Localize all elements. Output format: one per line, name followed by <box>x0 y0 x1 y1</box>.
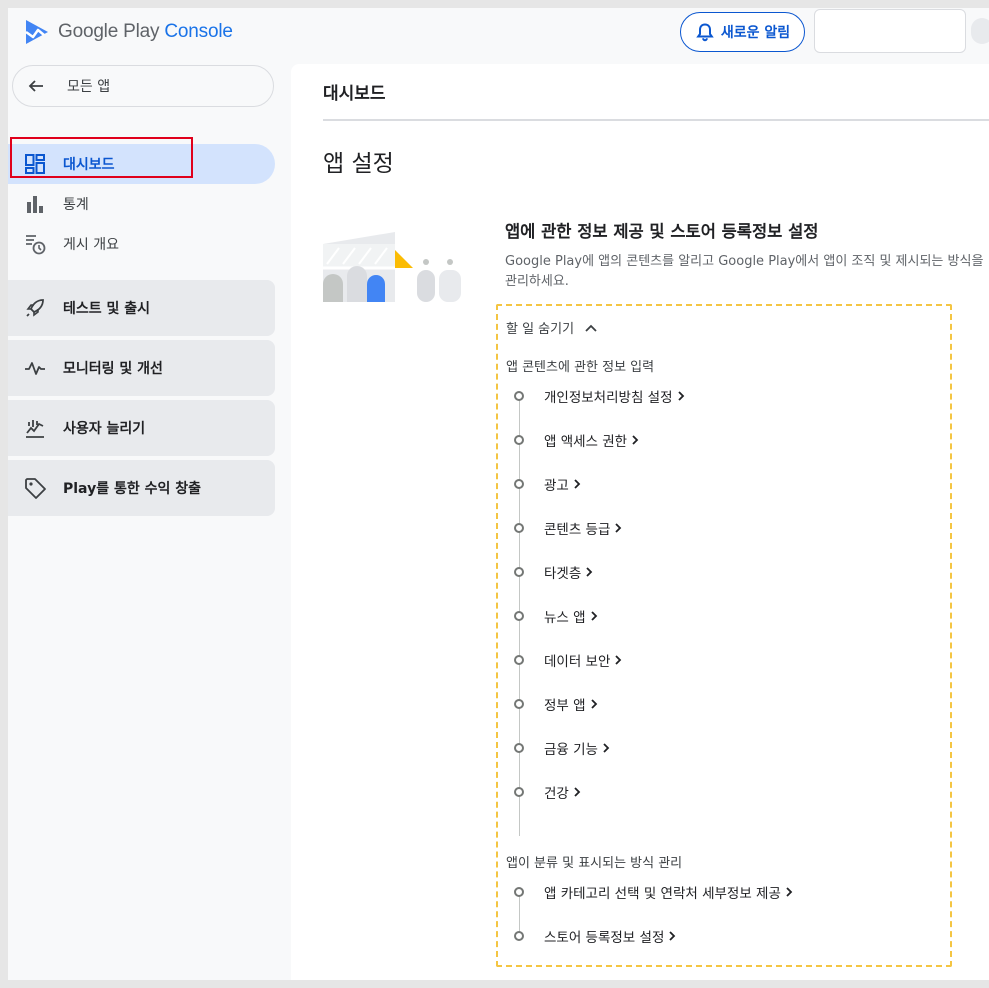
sidebar-item-label: 통계 <box>63 197 89 213</box>
chevron-right-icon <box>669 931 676 941</box>
task-label: 금융 기능 <box>544 742 598 758</box>
sidebar-item-dashboard[interactable]: 대시보드 <box>8 144 275 184</box>
task-status-dot <box>514 931 524 941</box>
bar-chart-icon <box>24 193 46 215</box>
task-status-dot <box>514 699 524 709</box>
task-status-dot <box>514 743 524 753</box>
sidebar-section-test-and-release[interactable]: 테스트 및 출시 <box>8 280 275 336</box>
chevron-right-icon <box>615 655 622 665</box>
sidebar-section-label: 모니터링 및 개선 <box>63 361 163 377</box>
sidebar: 모든 앱 대시보드 통계 게시 개요 테스트 및 출시 모니터링 및 개선 사용… <box>8 64 283 980</box>
section-title: 앱 설정 <box>323 151 394 177</box>
chevron-up-icon <box>585 324 597 332</box>
search-box[interactable] <box>814 9 966 53</box>
sidebar-item-label: 대시보드 <box>63 157 115 173</box>
task-privacy-policy[interactable]: 개인정보처리방침 설정 <box>514 386 686 406</box>
task-target-audience[interactable]: 타겟층 <box>514 562 594 582</box>
logo-text-google-play: Google Play <box>58 21 160 42</box>
chevron-right-icon <box>586 567 593 577</box>
task-status-dot <box>514 887 524 897</box>
sidebar-section-label: 테스트 및 출시 <box>63 301 151 317</box>
dashboard-icon <box>24 153 46 175</box>
task-status-dot <box>514 523 524 533</box>
task-label: 스토어 등록정보 설정 <box>544 930 665 946</box>
sidebar-item-statistics[interactable]: 통계 <box>8 184 275 224</box>
arrow-back-icon <box>28 80 43 92</box>
sidebar-section-monitoring[interactable]: 모니터링 및 개선 <box>8 340 275 396</box>
task-data-safety[interactable]: 데이터 보안 <box>514 650 623 670</box>
chevron-right-icon <box>574 787 581 797</box>
task-status-dot <box>514 567 524 577</box>
task-news-app[interactable]: 뉴스 앱 <box>514 606 599 626</box>
new-notifications-label: 새로운 알림 <box>720 25 791 41</box>
sidebar-item-label: 게시 개요 <box>63 237 119 253</box>
new-notifications-button[interactable]: 새로운 알림 <box>680 12 805 52</box>
task-ads[interactable]: 광고 <box>514 474 582 494</box>
task-label: 건강 <box>544 786 569 802</box>
all-apps-label: 모든 앱 <box>67 79 111 95</box>
publishing-overview-icon <box>24 233 46 255</box>
task-health[interactable]: 건강 <box>514 782 582 802</box>
tag-icon <box>24 477 46 499</box>
task-store-listing[interactable]: 스토어 등록정보 설정 <box>514 926 677 946</box>
top-bar: Google Play Console 새로운 알림 <box>8 8 989 64</box>
task-label: 정부 앱 <box>544 698 586 714</box>
task-label: 콘텐츠 등급 <box>544 522 611 538</box>
play-console-logo[interactable]: Google Play Console <box>24 18 233 46</box>
account-avatar[interactable] <box>971 18 989 44</box>
play-console-logo-icon <box>25 20 48 44</box>
grow-users-icon <box>24 417 46 439</box>
task-app-category[interactable]: 앱 카테고리 선택 및 연락처 세부정보 제공 <box>514 882 794 902</box>
logo-text-console: Console <box>164 21 233 42</box>
rocket-icon <box>24 297 46 319</box>
app-setup-illustration <box>323 232 461 302</box>
chevron-right-icon <box>632 435 639 445</box>
task-app-access[interactable]: 앱 액세스 권한 <box>514 430 640 450</box>
task-group-label: 앱 콘텐츠에 관한 정보 입력 <box>506 360 655 375</box>
sidebar-section-monetize[interactable]: Play를 통한 수익 창출 <box>8 460 275 516</box>
hide-tasks-label: 할 일 숨기기 <box>506 322 575 337</box>
all-apps-button[interactable]: 모든 앱 <box>12 65 274 107</box>
page-title: 대시보드 <box>323 84 386 104</box>
main-content: 대시보드 앱 설정 앱에 관한 정보 제공 및 스토어 등록정보 설정 Goog… <box>291 64 989 980</box>
task-financial-features[interactable]: 금융 기능 <box>514 738 611 758</box>
chevron-right-icon <box>615 523 622 533</box>
task-label: 타겟층 <box>544 566 582 582</box>
chevron-right-icon <box>603 743 610 753</box>
chevron-right-icon <box>677 391 684 401</box>
bell-icon <box>696 23 714 42</box>
sidebar-item-publishing-overview[interactable]: 게시 개요 <box>8 224 275 264</box>
sidebar-section-grow-users[interactable]: 사용자 늘리기 <box>8 400 275 456</box>
card-description: Google Play에 앱의 콘텐츠를 알리고 Google Play에서 앱… <box>505 254 984 289</box>
task-label: 뉴스 앱 <box>544 610 586 626</box>
task-label: 앱 액세스 권한 <box>544 434 628 450</box>
task-status-dot <box>514 787 524 797</box>
task-content-rating[interactable]: 콘텐츠 등급 <box>514 518 623 538</box>
task-status-dot <box>514 655 524 665</box>
task-status-dot <box>514 435 524 445</box>
chevron-right-icon <box>574 479 581 489</box>
task-label: 앱 카테고리 선택 및 연락처 세부정보 제공 <box>544 886 781 902</box>
sidebar-section-label: 사용자 늘리기 <box>63 421 146 437</box>
card-title: 앱에 관한 정보 제공 및 스토어 등록정보 설정 <box>505 222 819 241</box>
app-window: Google Play Console 새로운 알림 모든 앱 대시보드 통계 … <box>8 8 989 980</box>
task-label: 광고 <box>544 478 569 494</box>
task-status-dot <box>514 479 524 489</box>
chevron-right-icon <box>786 887 793 897</box>
sidebar-section-label: Play를 통한 수익 창출 <box>63 481 201 497</box>
task-status-dot <box>514 611 524 621</box>
task-group-label: 앱이 분류 및 표시되는 방식 관리 <box>506 856 683 871</box>
chevron-right-icon <box>590 611 597 621</box>
hide-tasks-toggle[interactable]: 할 일 숨기기 <box>506 318 598 337</box>
todo-box: 할 일 숨기기 앱 콘텐츠에 관한 정보 입력 개인정보처리방침 설정 앱 액세… <box>496 304 952 967</box>
task-status-dot <box>514 391 524 401</box>
task-label: 데이터 보안 <box>544 654 611 670</box>
task-government-app[interactable]: 정부 앱 <box>514 694 599 714</box>
task-label: 개인정보처리방침 설정 <box>544 390 673 406</box>
monitoring-icon <box>24 357 46 379</box>
chevron-right-icon <box>590 699 597 709</box>
logo-text: Google Play Console <box>58 21 233 43</box>
header-divider <box>323 119 989 121</box>
